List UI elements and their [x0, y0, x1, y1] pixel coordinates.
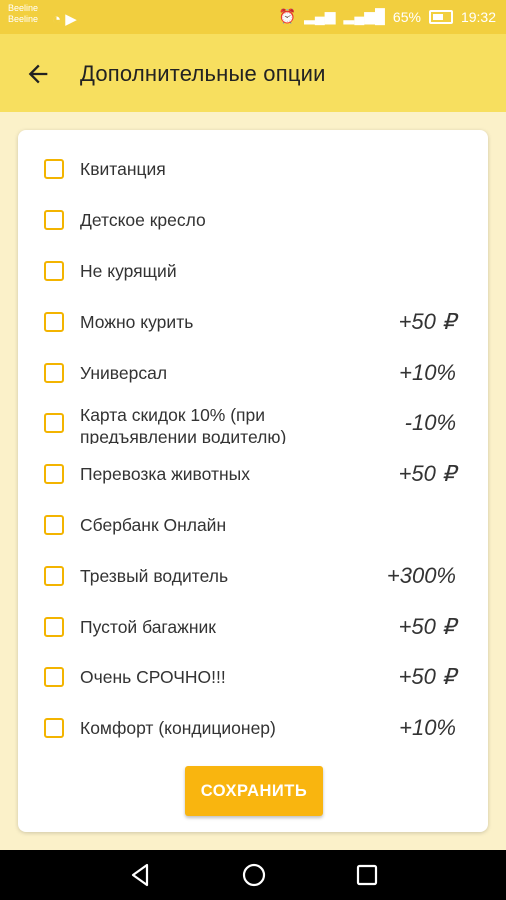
option-label: Пустой багажник [80, 616, 216, 637]
carrier-labels: Beeline Beeline [8, 3, 38, 25]
alarm-icon: ⏰ [278, 8, 297, 24]
play-icon: ▶ [65, 11, 77, 28]
option-smoking-allowed[interactable]: Можно курить +50 ₽ [18, 296, 488, 347]
option-station-wagon[interactable]: Универсал +10% [18, 347, 488, 398]
checkbox[interactable] [44, 616, 64, 637]
option-pet-transport[interactable]: Перевозка животных +50 ₽ [18, 449, 488, 500]
option-label: Квитанция [80, 159, 166, 180]
options-list[interactable]: Квитанция Детское кресло Не курящий Можн… [18, 144, 488, 742]
option-price: +50 ₽ [398, 613, 456, 639]
option-very-urgent[interactable]: Очень СРОЧНО!!! +50 ₽ [18, 652, 488, 703]
option-label: Трезвый водитель [80, 565, 229, 586]
app-bar: Дополнительные опции [0, 34, 506, 112]
save-button[interactable]: СОХРАНИТЬ [185, 766, 323, 816]
option-receipt[interactable]: Квитанция [18, 144, 488, 195]
option-price: +10% [399, 715, 456, 741]
option-price: +50 ₽ [398, 664, 456, 690]
option-price: +50 ₽ [398, 461, 456, 487]
battery-icon [428, 9, 453, 24]
signal-icon-2: ▂▄▆█ [343, 8, 385, 24]
option-label: Сбербанк Онлайн [80, 514, 227, 535]
option-label: Карта скидок 10% (при предъявлении водит… [80, 404, 287, 444]
option-empty-trunk[interactable]: Пустой багажник +50 ₽ [18, 601, 488, 652]
option-label: Комфорт (кондиционер) [80, 718, 276, 739]
option-discount-card[interactable]: Карта скидок 10% (при предъявлении водит… [18, 398, 488, 449]
carrier-name-1: Beeline [8, 3, 39, 13]
option-comfort-ac[interactable]: Комфорт (кондиционер) +10% [18, 703, 488, 742]
page-title: Дополнительные опции [80, 61, 326, 86]
circle-home-icon[interactable] [239, 860, 269, 890]
options-card: Квитанция Детское кресло Не курящий Можн… [18, 130, 488, 832]
option-label: Можно курить [80, 311, 194, 332]
checkbox[interactable] [44, 514, 64, 535]
checkbox[interactable] [44, 718, 64, 739]
checkbox[interactable] [44, 311, 64, 332]
option-price: -10% [404, 410, 456, 436]
sync-icon: ◔ [52, 11, 62, 28]
square-recents-icon[interactable] [352, 860, 382, 890]
option-label: Перевозка животных [80, 464, 251, 485]
battery-percent: 65% [392, 8, 421, 25]
status-right: ⏰ ▂▄▆ ▂▄▆█ 65% 19:32 [279, 8, 496, 25]
checkbox[interactable] [44, 413, 64, 434]
checkbox[interactable] [44, 210, 64, 231]
checkbox[interactable] [44, 565, 64, 586]
notification-icons: ◔ ▶ [52, 10, 77, 28]
status-bar: Beeline Beeline ◔ ▶ ⏰ ▂▄▆ ▂▄▆█ 65% 19:32 [0, 0, 506, 34]
carrier-name-2: Beeline [8, 14, 39, 24]
option-label: Не курящий [80, 260, 177, 281]
option-child-seat[interactable]: Детское кресло [18, 195, 488, 246]
triangle-back-icon[interactable] [126, 860, 156, 890]
option-sberbank-online[interactable]: Сбербанк Онлайн [18, 500, 488, 551]
option-label: Универсал [80, 362, 168, 383]
checkbox[interactable] [44, 464, 64, 485]
signal-icon: ▂▄▆ [304, 8, 336, 24]
checkbox[interactable] [44, 362, 64, 383]
system-nav-bar [0, 850, 506, 900]
option-sober-driver[interactable]: Трезвый водитель +300% [18, 550, 488, 601]
option-price: +10% [399, 359, 456, 385]
arrow-left-icon [28, 64, 48, 84]
option-price: +300% [386, 562, 456, 588]
option-price: +50 ₽ [398, 308, 456, 334]
checkbox[interactable] [44, 667, 64, 688]
option-label: Очень СРОЧНО!!! [80, 667, 226, 688]
checkbox[interactable] [44, 260, 64, 281]
option-non-smoker[interactable]: Не курящий [18, 246, 488, 297]
option-label: Детское кресло [80, 210, 206, 231]
clock: 19:32 [460, 8, 496, 25]
back-button[interactable] [18, 56, 58, 92]
checkbox[interactable] [44, 159, 64, 180]
